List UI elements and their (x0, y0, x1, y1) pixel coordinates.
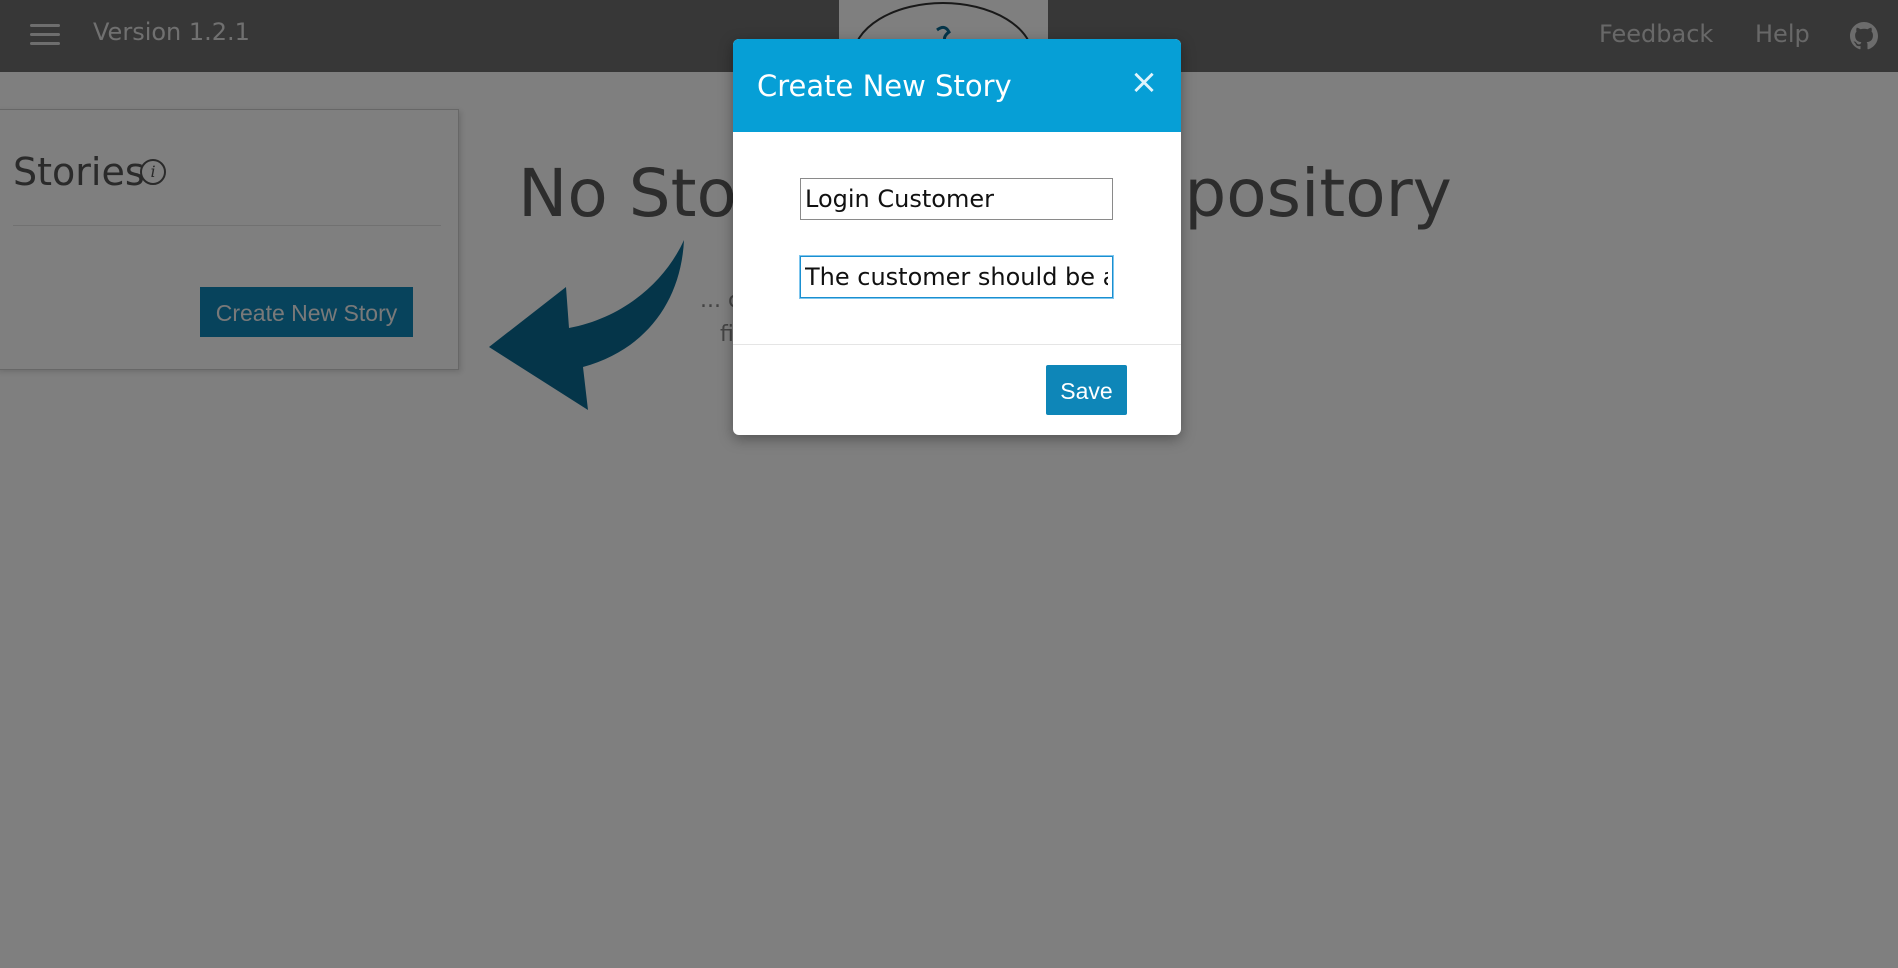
story-title-input[interactable] (800, 178, 1113, 220)
story-description-input[interactable] (800, 256, 1113, 298)
dialog-header: Create New Story × (733, 39, 1181, 132)
dialog-title: Create New Story (757, 69, 1012, 103)
save-button[interactable]: Save (1046, 365, 1127, 415)
create-story-dialog: Create New Story × Save (733, 39, 1181, 435)
dialog-divider (733, 344, 1181, 345)
close-icon[interactable]: × (1129, 65, 1159, 99)
